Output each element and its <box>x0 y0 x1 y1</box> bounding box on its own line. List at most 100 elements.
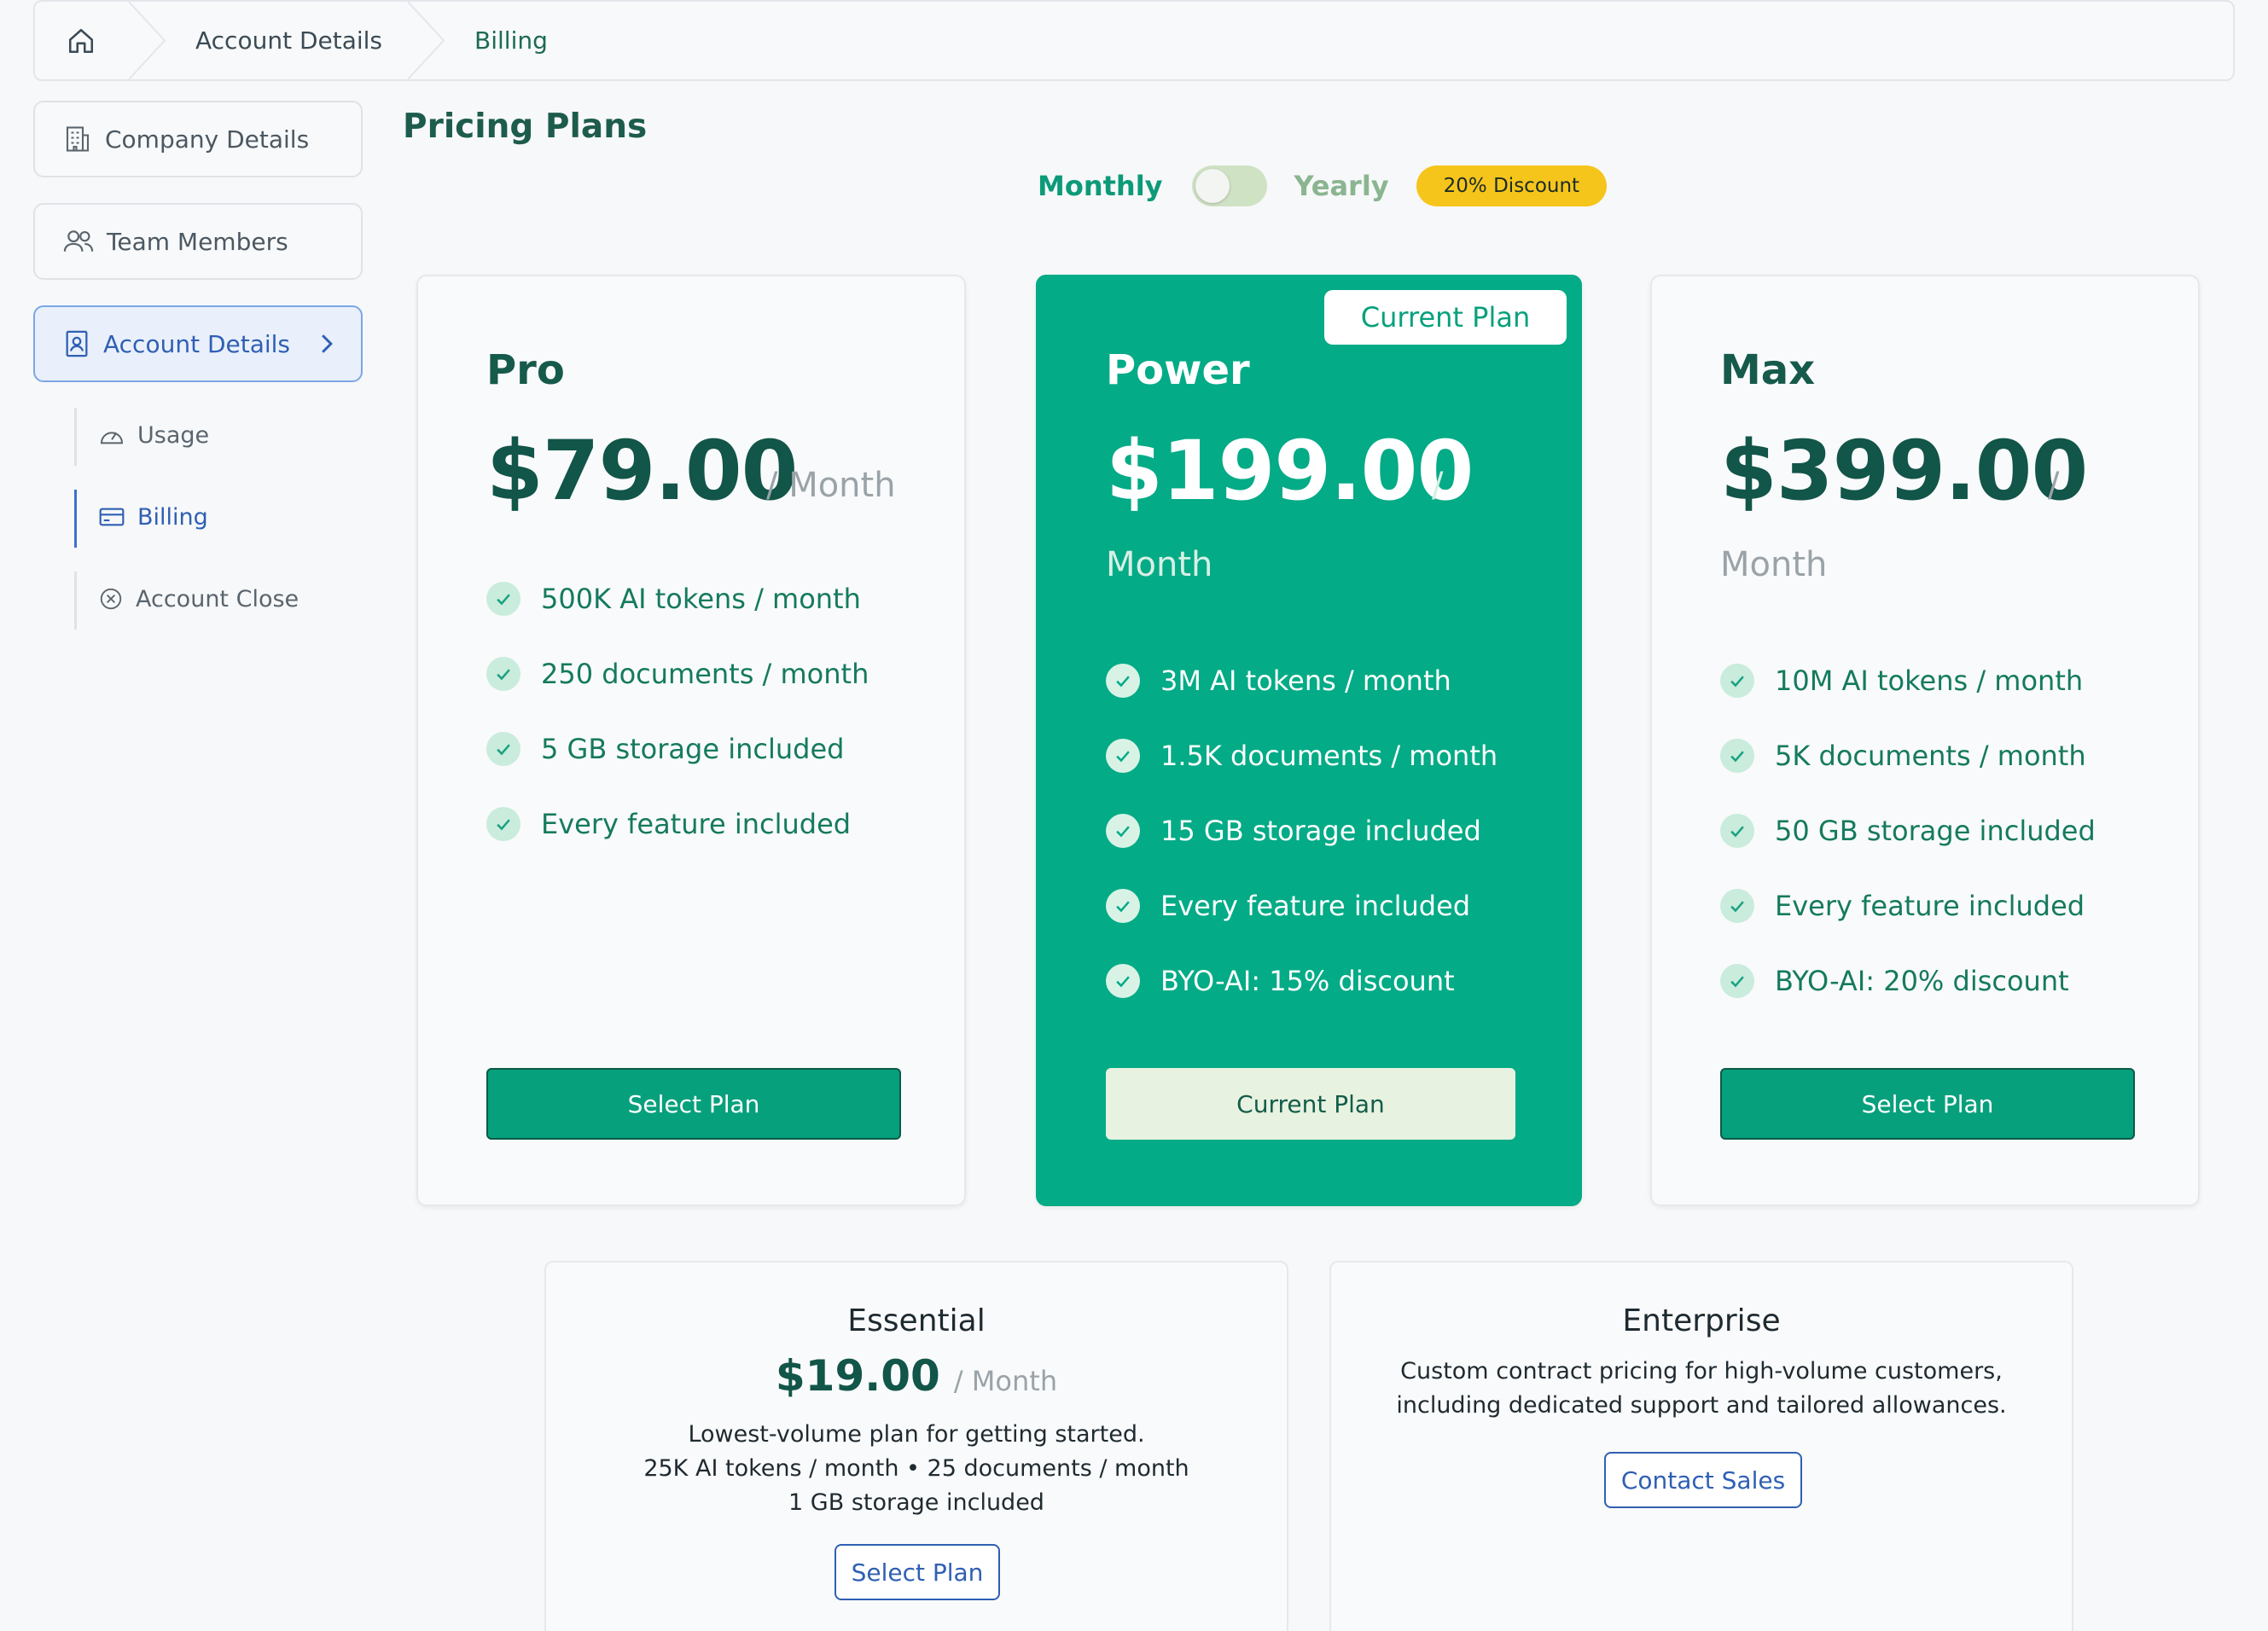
plan-price: $199.00 <box>1106 423 1474 519</box>
sidebar-item-label: Team Members <box>107 227 288 256</box>
check-icon <box>1720 889 1754 923</box>
plan-storage: 1 GB storage included <box>788 1489 1044 1516</box>
monthly-label[interactable]: Monthly <box>1038 170 1163 202</box>
check-icon <box>1106 739 1140 773</box>
discount-badge: 20% Discount <box>1416 165 1608 206</box>
feature-list: 10M AI tokens / month 5K documents / mon… <box>1720 643 2096 1019</box>
feature-text: BYO-AI: 15% discount <box>1160 965 1455 997</box>
plan-price: $79.00 <box>486 423 798 519</box>
check-icon <box>486 732 520 766</box>
feature-text: Every feature included <box>541 808 852 840</box>
feature-item: BYO-AI: 15% discount <box>1106 943 1497 1019</box>
check-icon <box>1720 739 1754 773</box>
sidebar-item-account-details[interactable]: Account Details <box>33 305 363 382</box>
feature-item: Every feature included <box>1720 868 2096 943</box>
chevron-right-icon <box>317 333 336 355</box>
plan-description: including dedicated support and tailored… <box>1396 1392 2007 1419</box>
building-icon <box>66 126 90 152</box>
plan-price-row: $19.00 / Month <box>546 1351 1287 1401</box>
feature-item: 500K AI tokens / month <box>486 561 869 636</box>
plan-name: Essential <box>847 1303 986 1338</box>
check-icon <box>1720 964 1754 998</box>
gauge-icon <box>100 432 124 444</box>
sidebar-item-label: Company Details <box>105 125 310 154</box>
subnav-billing[interactable]: Billing <box>98 500 208 534</box>
feature-item: 15 GB storage included <box>1106 793 1497 868</box>
feature-item: 10M AI tokens / month <box>1720 643 2096 718</box>
circle-x-icon <box>100 588 122 610</box>
plan-period: / Month <box>953 1365 1058 1397</box>
subnav-usage[interactable]: Usage <box>98 418 209 452</box>
breadcrumb-account-details[interactable]: Account Details <box>168 2 406 79</box>
home-button[interactable] <box>35 2 127 79</box>
feature-item: BYO-AI: 20% discount <box>1720 943 2096 1019</box>
feature-item: Every feature included <box>1106 868 1497 943</box>
check-icon <box>1720 664 1754 698</box>
feature-text: 5K documents / month <box>1775 740 2086 772</box>
feature-item: 3M AI tokens / month <box>1106 643 1497 718</box>
users-icon <box>63 230 94 252</box>
plan-description: Custom contract pricing for high-volume … <box>1400 1358 2003 1384</box>
plan-period-slash: / <box>2048 466 2060 505</box>
check-icon <box>1106 664 1140 698</box>
page-title: Pricing Plans <box>403 107 648 146</box>
subnav-account-close[interactable]: Account Close <box>98 582 299 616</box>
id-badge-icon <box>66 330 88 357</box>
breadcrumb-billing[interactable]: Billing <box>447 2 572 79</box>
feature-item: Every feature included <box>486 786 869 862</box>
check-icon <box>1720 814 1754 848</box>
check-icon <box>1106 889 1140 923</box>
check-icon <box>486 807 520 841</box>
sidebar-item-company-details[interactable]: Company Details <box>33 101 363 177</box>
current-plan-button[interactable]: Current Plan <box>1106 1068 1515 1140</box>
subnav-label: Usage <box>137 421 210 449</box>
yearly-label[interactable]: Yearly <box>1294 170 1389 202</box>
subnav-track-active <box>74 490 77 548</box>
feature-item: 50 GB storage included <box>1720 793 2096 868</box>
plan-name: Pro <box>486 346 565 394</box>
feature-item: 5K documents / month <box>1720 718 2096 793</box>
select-plan-essential-button[interactable]: Select Plan <box>835 1544 1000 1600</box>
feature-text: 15 GB storage included <box>1160 815 1481 847</box>
feature-text: Every feature included <box>1775 890 2085 922</box>
feature-text: 3M AI tokens / month <box>1160 665 1451 697</box>
switch-knob <box>1195 169 1230 203</box>
feature-list: 3M AI tokens / month 1.5K documents / mo… <box>1106 643 1497 1019</box>
home-icon <box>68 28 94 53</box>
sidebar-item-team-members[interactable]: Team Members <box>33 203 363 280</box>
contact-sales-button[interactable]: Contact Sales <box>1604 1452 1802 1508</box>
feature-text: 5 GB storage included <box>541 733 845 765</box>
plan-card-enterprise: Enterprise Custom contract pricing for h… <box>1329 1261 2073 1631</box>
plan-card-max: Max $399.00 / Month 10M AI tokens / mont… <box>1650 275 2200 1206</box>
sidebar-item-label: Account Details <box>103 329 291 358</box>
subnav-track <box>74 572 77 630</box>
feature-text: 1.5K documents / month <box>1160 740 1498 772</box>
check-icon <box>486 657 520 691</box>
breadcrumb-separator <box>127 2 168 79</box>
plan-period-slash: / <box>1432 466 1444 505</box>
credit-card-icon <box>99 508 125 526</box>
feature-item: 1.5K documents / month <box>1106 718 1497 793</box>
billing-period-toggle: Monthly Yearly 20% Discount <box>1038 164 1608 208</box>
billing-page: Account Details Billing Company Details … <box>0 0 2268 1631</box>
breadcrumb-separator <box>406 2 447 79</box>
check-icon <box>486 582 520 616</box>
plan-period: Month <box>1106 545 1213 584</box>
select-plan-max-button[interactable]: Select Plan <box>1720 1068 2135 1140</box>
plan-card-essential: Essential $19.00 / Month Lowest-volume p… <box>544 1261 1288 1631</box>
billing-period-switch[interactable] <box>1191 165 1267 206</box>
feature-item: 250 documents / month <box>486 636 869 711</box>
breadcrumb: Account Details Billing <box>33 0 2235 81</box>
subnav-track <box>74 408 77 466</box>
plan-price: $399.00 <box>1720 423 2088 519</box>
feature-text: 50 GB storage included <box>1775 815 2096 847</box>
plan-period: / Month <box>766 466 896 505</box>
select-plan-pro-button[interactable]: Select Plan <box>486 1068 901 1140</box>
subnav-label: Billing <box>137 503 208 531</box>
feature-text: 500K AI tokens / month <box>541 583 861 615</box>
feature-text: 10M AI tokens / month <box>1775 665 2084 697</box>
plan-card-power: Current Plan Power $199.00 / Month 3M AI… <box>1036 275 1582 1206</box>
plan-period: Month <box>1720 545 1828 584</box>
current-plan-tag: Current Plan <box>1324 290 1567 345</box>
feature-item: 5 GB storage included <box>486 711 869 786</box>
